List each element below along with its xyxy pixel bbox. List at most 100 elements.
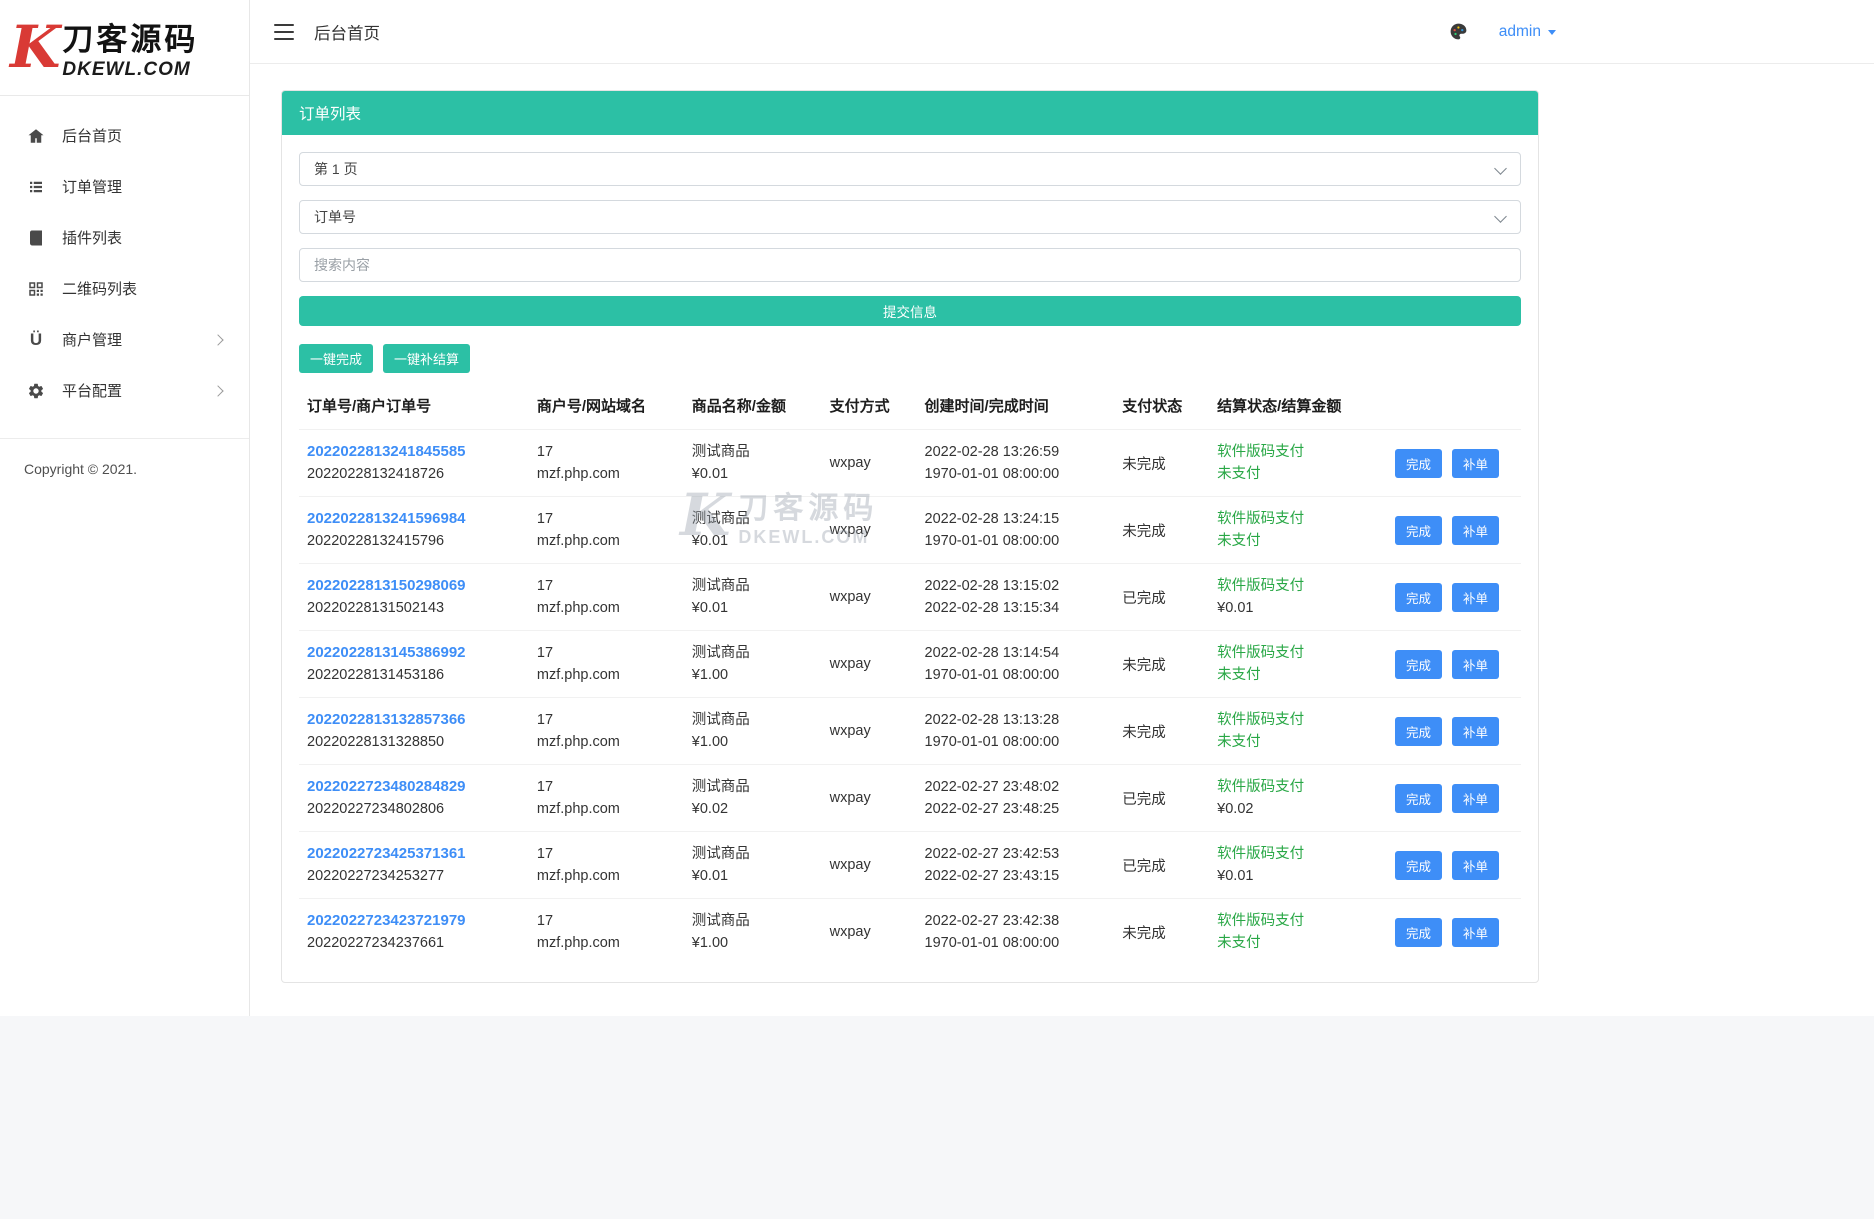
sidebar-item-home[interactable]: 后台首页: [0, 110, 249, 161]
bulk-settle-button[interactable]: 一键补结算: [383, 344, 471, 373]
bulk-complete-button[interactable]: 一键完成: [299, 344, 374, 373]
sidebar-nav: 后台首页 订单管理 插件列表 二维码列表 Ü 商户管理 平台配置: [0, 96, 249, 416]
order-number-link[interactable]: 2022022813241845585: [307, 443, 466, 460]
pay-method: wxpay: [821, 764, 917, 832]
merchant-id: 17: [536, 511, 554, 527]
product-name: 测试商品: [691, 578, 750, 594]
site-domain: mzf.php.com: [536, 935, 620, 951]
product-amount: ¥0.02: [691, 801, 729, 817]
chevron-down-icon: [1494, 210, 1507, 223]
supplement-button[interactable]: 补单: [1451, 783, 1499, 813]
complete-button[interactable]: 完成: [1394, 917, 1442, 947]
created-time: 2022-02-27 23:48:02: [924, 779, 1060, 795]
supplement-button[interactable]: 补单: [1451, 649, 1499, 679]
submit-button[interactable]: 提交信息: [299, 296, 1521, 326]
theme-palette-icon[interactable]: [1448, 21, 1469, 42]
sidebar: K 刀客源码 DKEWL.COM 后台首页 订单管理 插件列表 二维码列表 Ü …: [0, 0, 250, 1016]
user-menu[interactable]: admin: [1499, 23, 1556, 41]
supplement-button[interactable]: 补单: [1451, 850, 1499, 880]
order-number-link[interactable]: 2022022723423721979: [307, 912, 466, 929]
pay-status: 已完成: [1114, 764, 1210, 832]
product-amount: ¥1.00: [691, 667, 729, 683]
created-time: 2022-02-27 23:42:53: [924, 846, 1060, 862]
complete-button[interactable]: 完成: [1394, 716, 1442, 746]
supplement-button[interactable]: 补单: [1451, 582, 1499, 612]
card-title: 订单列表: [282, 91, 1538, 135]
merchant-order-number: 20220227234253277: [307, 868, 445, 884]
order-number-link[interactable]: 2022022813150298069: [307, 577, 466, 594]
settle-amount: 未支付: [1217, 466, 1261, 482]
orders-table: 订单号/商户订单号 商户号/网站域名 商品名称/金额 支付方式 创建时间/完成时…: [299, 381, 1521, 965]
pay-status: 未完成: [1114, 630, 1210, 698]
product-name: 测试商品: [691, 511, 750, 527]
pay-status: 未完成: [1114, 898, 1210, 965]
column-header: 支付状态: [1122, 398, 1183, 415]
created-time: 2022-02-28 13:14:54: [924, 645, 1060, 661]
settle-amount: ¥0.01: [1217, 600, 1254, 616]
supplement-button[interactable]: 补单: [1451, 448, 1499, 478]
site-domain: mzf.php.com: [536, 734, 620, 750]
chevron-right-icon: [212, 333, 224, 346]
complete-button[interactable]: 完成: [1394, 515, 1442, 545]
pay-method: wxpay: [821, 563, 917, 631]
supplement-button[interactable]: 补单: [1451, 515, 1499, 545]
product-amount: ¥0.01: [691, 533, 729, 549]
column-header: 商户号/网站域名: [536, 398, 647, 415]
completed-time: 1970-01-01 08:00:00: [924, 935, 1060, 951]
complete-button[interactable]: 完成: [1394, 850, 1442, 880]
settle-amount: 未支付: [1217, 667, 1261, 683]
search-field-select[interactable]: 订单号: [299, 200, 1521, 234]
completed-time: 2022-02-27 23:43:15: [924, 868, 1060, 884]
order-number-link[interactable]: 2022022723425371361: [307, 845, 466, 862]
settle-status: 软件版码支付: [1217, 779, 1305, 795]
sidebar-item-platform-config[interactable]: 平台配置: [0, 365, 249, 416]
merchant-order-number: 20220228132418726: [307, 466, 445, 482]
search-input[interactable]: [314, 257, 1506, 273]
product-name: 测试商品: [691, 779, 750, 795]
site-domain: mzf.php.com: [536, 801, 620, 817]
logo-subtitle: DKEWL.COM: [62, 59, 191, 80]
column-header: 支付方式: [829, 398, 890, 415]
pay-status: 未完成: [1114, 697, 1210, 765]
settle-status: 软件版码支付: [1217, 444, 1305, 460]
product-name: 测试商品: [691, 913, 750, 929]
product-name: 测试商品: [691, 712, 750, 728]
column-header: 商品名称/金额: [691, 398, 786, 415]
order-number-link[interactable]: 2022022813241596984: [307, 510, 466, 527]
table-row: 2022022723423721979 20220227234237661 17…: [299, 898, 1521, 965]
topbar: 后台首页 admin: [250, 0, 1874, 64]
merchant-order-number: 20220228131328850: [307, 734, 445, 750]
supplement-button[interactable]: 补单: [1451, 917, 1499, 947]
supplement-button[interactable]: 补单: [1451, 716, 1499, 746]
chevron-down-icon: [1494, 162, 1507, 175]
settle-status: 软件版码支付: [1217, 712, 1305, 728]
table-row: 2022022813241596984 20220228132415796 17…: [299, 496, 1521, 564]
merchant-order-number: 20220228132415796: [307, 533, 445, 549]
order-number-link[interactable]: 2022022723480284829: [307, 778, 466, 795]
table-row: 2022022723480284829 20220227234802806 17…: [299, 764, 1521, 832]
order-number-link[interactable]: 2022022813145386992: [307, 644, 466, 661]
page-select[interactable]: 第 1 页: [299, 152, 1521, 186]
merchant-id: 17: [536, 712, 554, 728]
merchant-icon: Ü: [29, 330, 43, 349]
sidebar-item-qrcodes[interactable]: 二维码列表: [0, 263, 249, 314]
table-row: 2022022723425371361 20220227234253277 17…: [299, 831, 1521, 899]
table-header-row: 订单号/商户订单号 商户号/网站域名 商品名称/金额 支付方式 创建时间/完成时…: [299, 381, 1521, 430]
sidebar-item-plugins[interactable]: 插件列表: [0, 212, 249, 263]
app-logo[interactable]: K 刀客源码 DKEWL.COM: [0, 0, 249, 96]
settle-amount: 未支付: [1217, 734, 1261, 750]
complete-button[interactable]: 完成: [1394, 582, 1442, 612]
merchant-id: 17: [536, 779, 554, 795]
complete-button[interactable]: 完成: [1394, 448, 1442, 478]
site-domain: mzf.php.com: [536, 466, 620, 482]
complete-button[interactable]: 完成: [1394, 783, 1442, 813]
page-select-value: 第 1 页: [314, 161, 358, 177]
sidebar-item-orders[interactable]: 订单管理: [0, 161, 249, 212]
sidebar-item-merchants[interactable]: Ü 商户管理: [0, 314, 249, 365]
merchant-order-number: 20220228131502143: [307, 600, 445, 616]
order-number-link[interactable]: 2022022813132857366: [307, 711, 466, 728]
sidebar-toggle-icon[interactable]: [274, 23, 294, 40]
column-header: 创建时间/完成时间: [924, 398, 1049, 415]
sidebar-item-label: 订单管理: [62, 179, 123, 196]
complete-button[interactable]: 完成: [1394, 649, 1442, 679]
